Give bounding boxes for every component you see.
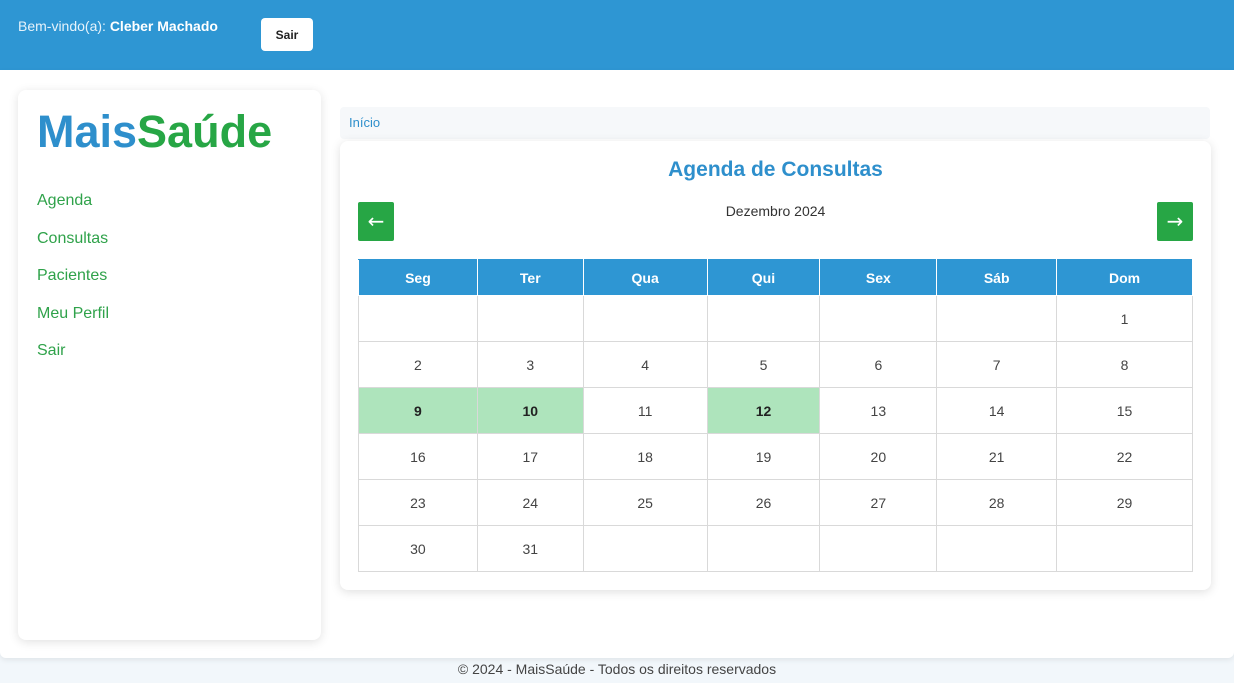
sidebar-item-consultas[interactable]: Consultas [37,230,108,247]
calendar-day-cell[interactable]: 28 [936,479,1058,526]
calendar-empty-cell [358,295,478,342]
welcome-prefix: Bem-vindo(a): [18,18,106,34]
calendar-empty-cell [936,295,1058,342]
sidebar-item-meu-perfil[interactable]: Meu Perfil [37,305,109,322]
calendar-empty-cell [582,295,708,342]
calendar-week-row: 30 31 [358,525,1193,572]
calendar-day-cell[interactable]: 27 [819,479,938,526]
calendar-day-cell[interactable]: 12 [706,387,821,434]
breadcrumb: Início [340,107,1210,139]
calendar-day-cell[interactable]: 24 [476,479,584,526]
calendar-day-cell[interactable]: 25 [582,479,708,526]
calendar-week-row: 23 24 25 26 27 28 29 [358,479,1193,526]
calendar-grid: Seg Ter Qua Qui Sex Sáb Dom 1 2 3 4 5 6 7 8 9 10 1… [358,259,1193,572]
calendar-week-row: 1 [358,295,1193,342]
calendar-day-cell[interactable]: 6 [819,341,938,388]
calendar-day-cell[interactable]: 9 [358,387,478,434]
weekday-header-row: Seg Ter Qua Qui Sex Sáb Dom [358,259,1193,296]
calendar-day-cell[interactable]: 30 [358,525,478,572]
calendar-day-cell[interactable]: 2 [358,341,478,388]
sidebar-nav: Agenda Consultas Pacientes Meu Perfil Sa… [37,192,109,380]
calendar-day-cell[interactable]: 26 [706,479,821,526]
calendar-day-cell[interactable]: 31 [476,525,584,572]
welcome-message: Bem-vindo(a): Cleber Machado [18,18,218,34]
calendar-day-cell[interactable]: 11 [582,387,708,434]
logout-button[interactable]: Sair [261,18,313,51]
arrow-right-icon: → [1166,209,1184,233]
weekday-header: Sáb [936,259,1058,296]
calendar-day-cell[interactable]: 8 [1056,341,1193,388]
calendar-empty-cell [706,295,821,342]
calendar-day-cell[interactable]: 16 [358,433,478,480]
brand-part2: Saúde [137,106,273,157]
sidebar-item-sair[interactable]: Sair [37,342,65,359]
calendar-empty-cell [706,525,821,572]
user-name: Cleber Machado [109,18,218,34]
calendar-day-cell[interactable]: 21 [936,433,1058,480]
breadcrumb-home-link[interactable]: Início [349,115,380,130]
calendar-week-row: 9 10 11 12 13 14 15 [358,387,1193,434]
brand-part1: Mais [37,106,138,157]
page-title: Agenda de Consultas [668,158,883,181]
main-container: MaisSaúde Agenda Consultas Pacientes Meu… [0,70,1234,658]
brand-logo: MaisSaúde [37,106,272,158]
sidebar-item-pacientes[interactable]: Pacientes [37,267,107,284]
calendar-empty-cell [819,295,938,342]
calendar-day-cell[interactable]: 15 [1056,387,1193,434]
next-month-button[interactable]: → [1157,202,1193,241]
calendar-day-cell[interactable]: 10 [476,387,584,434]
weekday-header: Seg [358,259,478,296]
calendar-day-cell[interactable]: 13 [819,387,938,434]
calendar-day-cell[interactable]: 18 [582,433,708,480]
calendar-day-cell[interactable]: 17 [476,433,584,480]
calendar-day-cell[interactable]: 1 [1056,295,1193,342]
calendar-empty-cell [582,525,708,572]
calendar-day-cell[interactable]: 19 [706,433,821,480]
calendar-day-cell[interactable]: 14 [936,387,1058,434]
weekday-header: Qua [582,259,708,296]
calendar-day-cell[interactable]: 22 [1056,433,1193,480]
calendar-day-cell[interactable]: 20 [819,433,938,480]
calendar-week-row: 2345678 [358,341,1193,388]
top-header: Bem-vindo(a): Cleber Machado Sair [0,0,1234,70]
calendar-day-cell[interactable]: 7 [936,341,1058,388]
calendar-day-cell[interactable]: 5 [706,341,821,388]
calendar-empty-cell [476,295,584,342]
calendar-week-row: 16 17 18 19 20 21 22 [358,433,1193,480]
month-label: Dezembro 2024 [725,203,826,219]
weekday-header: Qui [706,259,821,296]
calendar-day-cell[interactable]: 4 [582,341,708,388]
calendar-day-cell[interactable]: 29 [1056,479,1193,526]
calendar-empty-cell [936,525,1058,572]
calendar-day-cell[interactable]: 3 [476,341,584,388]
calendar-day-cell[interactable]: 23 [358,479,478,526]
calendar-panel: Agenda de Consultas ← Dezembro 2024 → Se… [340,141,1211,590]
sidebar-item-agenda[interactable]: Agenda [37,192,92,209]
footer-text: © 2024 - MaisSaúde - Todos os direitos r… [457,661,777,677]
weekday-header: Ter [476,259,584,296]
calendar-empty-cell [819,525,938,572]
sidebar: MaisSaúde Agenda Consultas Pacientes Meu… [18,90,321,640]
weekday-header: Dom [1056,259,1193,296]
calendar-empty-cell [1056,525,1193,572]
weekday-header: Sex [819,259,938,296]
